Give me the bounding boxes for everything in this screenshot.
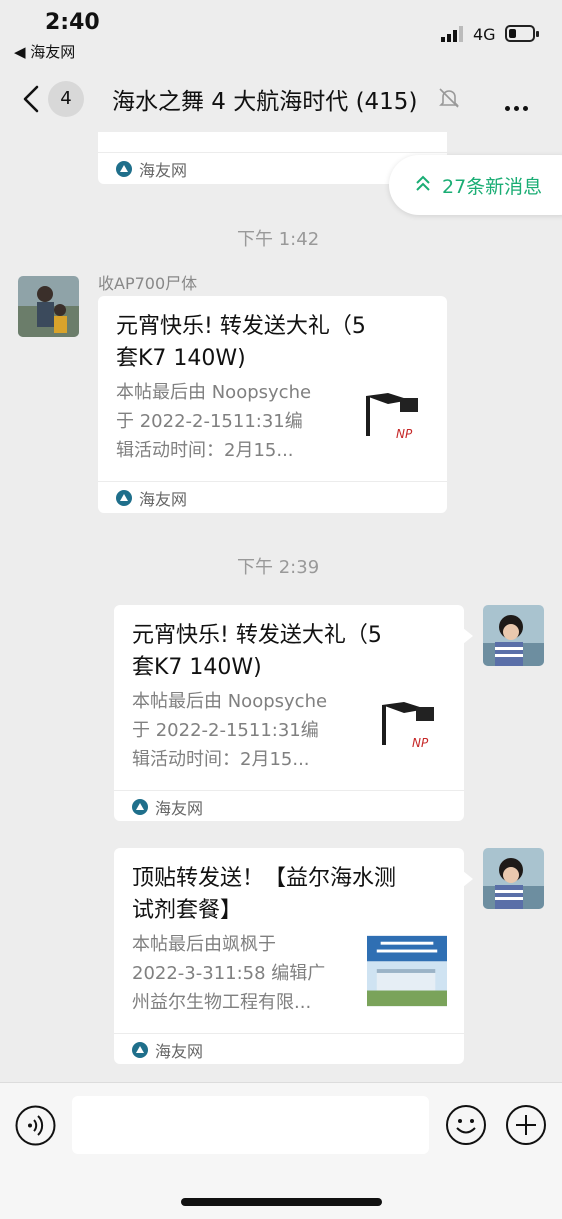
network-type: 4G (473, 25, 496, 44)
card-footer: 海友网 (98, 481, 447, 514)
site-logo-icon (116, 490, 132, 506)
svg-text:NP: NP (396, 427, 413, 441)
site-logo-icon (132, 799, 148, 815)
card-description: 2022-3-311:58 编辑广 (132, 963, 326, 984)
chat-title: 海水之舞 4 大航海时代 (415) (112, 89, 418, 115)
back-chevron-icon[interactable] (20, 84, 44, 114)
card-thumbnail: NP (358, 388, 440, 460)
bubble-tail (463, 628, 473, 644)
chat-header: 4 海水之舞 4 大航海时代 (415) (0, 66, 562, 132)
signal-icon (441, 26, 463, 42)
avatar[interactable] (483, 848, 544, 909)
card-source: 海友网 (155, 1042, 204, 1061)
back-to-app-link[interactable]: ◀ 海友网 (14, 41, 75, 62)
new-messages-button[interactable]: 27条新消息 (389, 155, 562, 215)
timestamp: 下午 1:42 (237, 229, 320, 250)
voice-icon[interactable] (15, 1105, 56, 1146)
status-time: 2:40 (45, 10, 100, 35)
card-description: 本帖最后由 Noopsyche (132, 691, 328, 712)
message-card[interactable]: 顶贴转发送！【益尔海水测 试剂套餐】 本帖最后由飒枫于 2022-3-311:5… (114, 848, 464, 1064)
message-card[interactable]: 元宵快乐! 转发送大礼（5 套K7 140W) 本帖最后由 Noopsyche … (98, 296, 447, 513)
card-description: 本帖最后由 Noopsyche (116, 382, 312, 403)
card-title: 套K7 140W) (132, 655, 262, 680)
card-title: 元宵快乐! 转发送大礼（5 (132, 623, 382, 648)
card-description: 于 2022-2-1511:31编 (116, 411, 303, 432)
plus-icon[interactable] (505, 1104, 547, 1146)
unread-count-badge[interactable]: 4 (48, 81, 84, 117)
card-description: 州益尔生物工程有限... (132, 992, 312, 1013)
sender-name: 收AP700尸体 (98, 274, 198, 293)
avatar-photo (483, 605, 544, 666)
card-title: 试剂套餐】 (132, 898, 243, 923)
card-thumbnail (367, 935, 447, 1007)
message-card[interactable]: 元宵快乐! 转发送大礼（5 套K7 140W) 本帖最后由 Noopsyche … (114, 605, 464, 821)
card-source: 海友网 (139, 161, 188, 180)
card-description: 辑活动时间：2月15... (116, 440, 294, 461)
avatar-photo (483, 848, 544, 909)
card-thumbnail: NP (374, 697, 456, 769)
svg-text:NP: NP (412, 736, 429, 750)
card-title: 顶贴转发送！【益尔海水测 (132, 866, 397, 891)
battery-icon (505, 25, 539, 42)
bubble-tail (463, 871, 473, 887)
card-footer: 海友网 (114, 1033, 464, 1066)
card-source: 海友网 (155, 799, 204, 818)
card-description: 本帖最后由飒枫于 (132, 934, 276, 955)
card-description: 于 2022-2-1511:31编 (132, 720, 319, 741)
status-bar: 2:40 ◀ 海友网 4G (0, 0, 562, 66)
site-logo-icon (132, 1042, 148, 1058)
home-indicator (181, 1198, 382, 1206)
card-title: 套K7 140W) (116, 346, 246, 371)
card-description: 辑活动时间：2月15... (132, 749, 310, 770)
timestamp: 下午 2:39 (237, 557, 320, 578)
message-input[interactable] (72, 1096, 429, 1154)
avatar-photo (18, 276, 79, 337)
double-chevron-up-icon (416, 175, 430, 191)
card-title: 元宵快乐! 转发送大礼（5 (116, 314, 366, 339)
card-source: 海友网 (139, 490, 188, 509)
site-logo-icon (116, 161, 132, 177)
card-footer: 海友网 (114, 790, 464, 823)
new-messages-label: 27条新消息 (442, 176, 543, 198)
avatar[interactable] (18, 276, 79, 337)
emoji-icon[interactable] (445, 1104, 487, 1146)
more-icon[interactable] (505, 96, 532, 115)
mute-bell-icon (439, 88, 459, 108)
avatar[interactable] (483, 605, 544, 666)
